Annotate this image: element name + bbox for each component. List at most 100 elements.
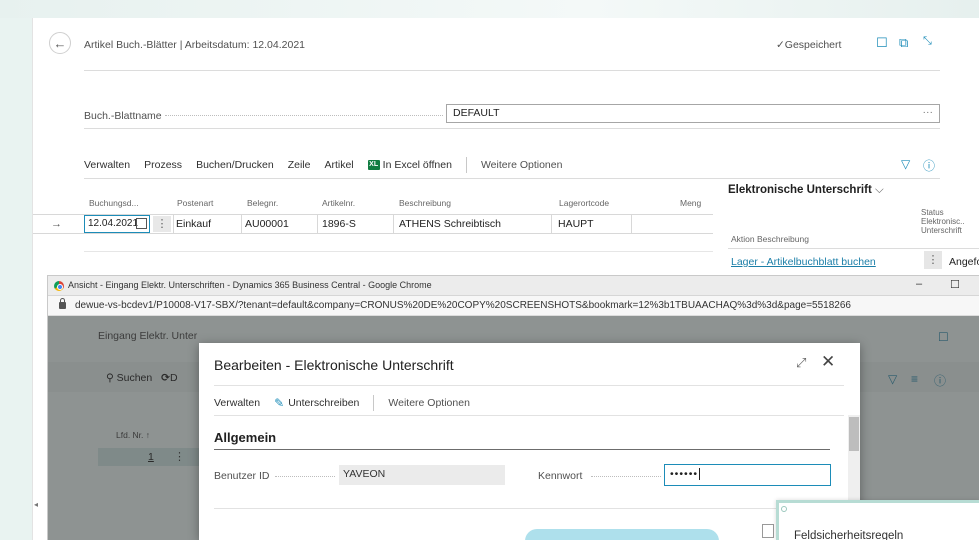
dialog-action-bar: Verwalten ✎ Unterschreiben Weitere Optio… <box>214 395 484 411</box>
dialog-divider <box>214 508 830 509</box>
col-separator <box>317 215 318 233</box>
page-title: Artikel Buch.-Blätter | Arbeitsdatum: 12… <box>84 39 306 51</box>
journal-name-label: Buch.-Blattname <box>84 110 162 122</box>
factbox-row-menu-icon[interactable]: ⋮ <box>924 251 942 269</box>
password-field[interactable]: •••••• <box>664 464 831 486</box>
col-location[interactable]: Lagerortcode <box>559 198 609 208</box>
lock-icon <box>59 298 66 309</box>
col-posting-date[interactable]: Buchungsd... <box>89 198 139 208</box>
journal-name-value: DEFAULT <box>453 107 500 119</box>
chrome-titlebar[interactable]: Ansicht - Eingang Elektr. Unterschriften… <box>48 276 979 296</box>
inner-page-title: Eingang Elektr. Unter <box>98 330 198 342</box>
expand-icon[interactable]: ⤢ <box>796 355 806 371</box>
table-row[interactable]: → 12.04.2021 ⋮ Einkauf AU00001 1896-S AT… <box>33 214 713 234</box>
header-divider <box>84 70 940 71</box>
col-separator <box>551 215 552 233</box>
close-icon[interactable]: ✕ <box>821 352 835 372</box>
factbox-divider <box>728 248 979 249</box>
chrome-address-bar[interactable]: dewue-vs-bcdev1/P10008-V17-SBX/?tenant=d… <box>48 296 979 316</box>
inner-row-number[interactable]: 1 <box>148 451 154 463</box>
entry-type-cell[interactable]: Einkauf <box>176 218 211 230</box>
col-separator <box>631 215 632 233</box>
field-divider <box>84 128 940 129</box>
checkbox[interactable] <box>762 524 774 538</box>
dialog-divider <box>214 415 844 416</box>
inner-col-entry-no[interactable]: Lfd. Nr. ↑ <box>116 430 150 440</box>
factbox-col-status: Status Elektronisc.. Unterschrift <box>921 208 965 235</box>
posting-date-value: 12.04.2021 <box>88 218 139 229</box>
open-new-window-icon[interactable]: ⧉ <box>899 35 908 51</box>
dialog-action-sign[interactable]: ✎ Unterschreiben <box>274 396 359 410</box>
saved-status: ✓Gespeichert <box>776 39 842 51</box>
doc-no-cell[interactable]: AU00001 <box>245 218 289 230</box>
factbox-action-link[interactable]: Lager - Artikelbuchblatt buchen <box>731 256 876 268</box>
ok-button[interactable] <box>525 529 719 540</box>
journal-name-input[interactable]: DEFAULT ··· <box>446 104 940 123</box>
label-dots <box>591 474 661 477</box>
scroll-left-icon[interactable]: ◂ <box>34 500 46 512</box>
posting-date-input[interactable]: 12.04.2021 <box>84 215 150 233</box>
col-description[interactable]: Beschreibung <box>399 198 451 208</box>
col-item-no[interactable]: Artikelnr. <box>322 198 355 208</box>
filter-icon[interactable]: ▽ <box>901 157 910 171</box>
dialog-scrollbar-thumb[interactable] <box>849 417 859 451</box>
info-icon[interactable]: ⓘ <box>923 157 935 174</box>
status-header-line: Elektronisc.. <box>921 217 965 226</box>
top-band <box>0 0 979 18</box>
user-id-field: YAVEON <box>339 465 505 485</box>
factbox-title[interactable]: Elektronische Unterschrift ⌵ <box>728 184 884 197</box>
row-menu-icon[interactable]: ⋮ <box>153 216 171 232</box>
inner-row-menu-icon[interactable]: ⋮ <box>174 450 185 463</box>
bookmark-icon[interactable]: ☐ <box>876 35 888 51</box>
dialog-title: Bearbeiten - Elektronische Unterschrift <box>214 357 454 373</box>
dialog-action-verwalten[interactable]: Verwalten <box>214 397 260 409</box>
sign-pen-icon: ✎ <box>274 396 285 410</box>
status-header-line: Unterschrift <box>921 226 962 235</box>
location-cell[interactable]: HAUPT <box>558 218 594 230</box>
text-caret <box>699 468 701 481</box>
action-more-options[interactable]: Weitere Optionen <box>481 159 563 171</box>
sign-label: Unterschreiben <box>288 397 360 409</box>
action-bar: Verwalten Prozess Buchen/Drucken Zeile A… <box>84 155 576 175</box>
dialog-divider <box>214 385 844 386</box>
more-icon[interactable]: ··· <box>923 106 934 118</box>
action-verwalten[interactable]: Verwalten <box>84 159 130 171</box>
calendar-icon[interactable] <box>136 218 147 229</box>
group-general[interactable]: Allgemein <box>214 430 276 445</box>
chrome-window-title: Ansicht - Eingang Elektr. Unterschriften… <box>68 280 432 290</box>
action-prozess[interactable]: Prozess <box>144 159 182 171</box>
inner-bookmark-icon[interactable]: ☐ <box>938 330 949 344</box>
maximize-icon[interactable]: ☐ <box>950 278 960 291</box>
minimize-icon[interactable]: – <box>916 278 922 290</box>
col-separator <box>393 215 394 233</box>
col-quantity[interactable]: Meng <box>680 198 701 208</box>
status-header-line: Status <box>921 208 944 217</box>
field-security-label[interactable]: Feldsicherheitsregeln <box>794 530 903 540</box>
collapse-icon[interactable]: ⤡ <box>923 35 932 48</box>
action-buchen-drucken[interactable]: Buchen/Drucken <box>196 159 274 171</box>
dialog-action-more[interactable]: Weitere Optionen <box>388 397 470 409</box>
refresh-icon: ⟳ <box>161 372 170 384</box>
col-doc-no[interactable]: Belegnr. <box>247 198 278 208</box>
action-artikel[interactable]: Artikel <box>324 159 353 171</box>
inner-search-button[interactable]: ⚲ Suchen ⟳D <box>106 372 178 384</box>
inner-list-icon[interactable]: ≡ <box>911 372 918 386</box>
open-excel-label: In Excel öffnen <box>382 159 452 171</box>
action-zeile[interactable]: Zeile <box>288 159 311 171</box>
inner-filter-icon[interactable]: ▽ <box>888 372 897 386</box>
actionbar-divider <box>84 178 940 179</box>
search-icon: ⚲ <box>106 372 114 384</box>
dialog-action-separator <box>373 395 375 411</box>
url-text[interactable]: dewue-vs-bcdev1/P10008-V17-SBX/?tenant=d… <box>75 300 851 311</box>
action-open-excel[interactable]: XL In Excel öffnen <box>367 159 452 171</box>
item-no-cell[interactable]: 1896-S <box>322 218 356 230</box>
chevron-down-icon: ⌵ <box>875 184 884 196</box>
edit-signature-dialog: Bearbeiten - Elektronische Unterschrift … <box>199 343 860 540</box>
back-arrow-icon[interactable]: ← <box>49 32 71 54</box>
inner-info-icon[interactable]: ⓘ <box>934 372 946 389</box>
description-cell[interactable]: ATHENS Schreibtisch <box>399 218 501 230</box>
col-separator <box>241 215 242 233</box>
table-row-empty <box>84 234 713 252</box>
group-underline <box>214 449 830 450</box>
col-entry-type[interactable]: Postenart <box>177 198 213 208</box>
